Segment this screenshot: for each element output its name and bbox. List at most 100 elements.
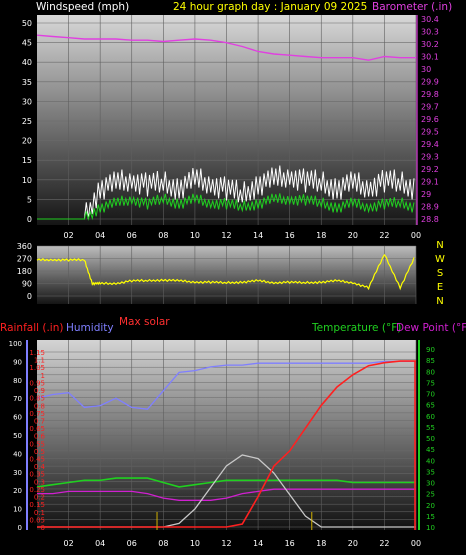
chart-title: 24 hour graph day : January 09 2025	[173, 1, 367, 13]
wind-tick-label: 5	[27, 195, 32, 204]
humidity-tick-label: 40	[13, 450, 22, 458]
humidity-tick-label: 100	[9, 340, 22, 348]
wind-x-tick-label: 02	[63, 231, 73, 240]
temp-tick-label: 60	[426, 413, 435, 421]
temp-x-tick-label: 18	[316, 539, 326, 548]
temp-x-tick-label: 02	[63, 539, 73, 548]
temp-tick-label: 75	[426, 379, 435, 387]
rain-tick-label: 0.4	[34, 463, 46, 471]
temp-x-tick-label: 06	[127, 539, 137, 548]
rain-tick-label: 0.55	[29, 440, 45, 448]
humidity-tick-label: 30	[13, 469, 22, 477]
wind-tick-label: 10	[22, 176, 32, 185]
wind-axis-title: Windspeed (mph)	[36, 1, 129, 13]
rain-tick-label: 0.85	[29, 395, 45, 403]
wind-x-tick-label: 22	[379, 231, 389, 240]
baro-tick-label: 29.2	[421, 165, 439, 174]
humidity-tick-label: 80	[13, 377, 22, 385]
baro-axis-title: Barometer (.in)	[372, 1, 452, 13]
temp-tick-label: 45	[426, 446, 435, 454]
temp-tick-label: 65	[426, 402, 435, 410]
wind-tick-label: 25	[22, 117, 32, 126]
temp-tick-label: 20	[426, 502, 435, 510]
rain-tick-label: 0.65	[29, 425, 45, 433]
baro-tick-label: 29.1	[421, 178, 439, 187]
baro-tick-label: 30.4	[421, 15, 439, 24]
wind-x-tick-label: 04	[95, 231, 105, 240]
humidity-tick-label: 10	[13, 506, 22, 514]
rain-tick-label: 0.9	[34, 387, 45, 395]
direction-tick-label: 90	[22, 280, 32, 289]
wind-tick-label: 40	[22, 58, 32, 67]
baro-tick-label: 29	[421, 190, 431, 199]
temp-x-tick-label: 08	[158, 539, 168, 548]
rain-tick-label: 1.1	[34, 357, 45, 365]
temp-x-tick-label: 04	[95, 539, 105, 548]
direction-tick-label: 0	[27, 292, 32, 301]
baro-tick-label: 30.1	[421, 53, 439, 62]
baro-tick-label: 30	[421, 65, 431, 74]
rain-tick-label: 0.35	[29, 471, 45, 479]
baro-tick-label: 30.2	[421, 40, 439, 49]
humidity-axis-title: Humidity	[66, 322, 114, 334]
wind-x-tick-label: 10	[190, 231, 200, 240]
compass-label: S	[437, 268, 443, 279]
temp-x-tick-label: 20	[348, 539, 358, 548]
temp-x-tick-label: 22	[379, 539, 389, 548]
humidity-tick-label: 0	[18, 524, 22, 532]
max-solar-label: Max solar	[119, 316, 170, 328]
baro-tick-label: 29.4	[421, 140, 439, 149]
temp-tick-label: 30	[426, 480, 435, 488]
rain-tick-label: 0.15	[29, 501, 45, 509]
rain-tick-label: 0.5	[34, 448, 45, 456]
baro-tick-label: 29.7	[421, 103, 439, 112]
weather-graph: 0 5 10 15 20 25 30 35 40 45 50 28.8 28.9 29 29.1 29.2 29…	[0, 0, 466, 555]
temp-tick-label: 25	[426, 491, 435, 499]
compass-label: N	[436, 240, 443, 251]
rain-tick-label: 0.45	[29, 456, 45, 464]
wind-x-tick-label: 06	[127, 231, 137, 240]
wind-tick-label: 45	[22, 39, 32, 48]
temp-x-tick-label: 00	[411, 539, 421, 548]
dewpoint-axis-title: Dew Point (°F)	[396, 322, 466, 334]
temp-x-tick-label: 14	[253, 539, 263, 548]
wind-x-tick-label: 00	[411, 231, 421, 240]
rain-tick-label: 1.05	[29, 364, 45, 372]
rainfall-axis-title: Rainfall (.in)	[0, 322, 63, 334]
baro-tick-label: 29.9	[421, 78, 439, 87]
direction-tick-label: 180	[17, 267, 32, 276]
temp-tick-label: 50	[426, 435, 435, 443]
compass-label: E	[437, 282, 443, 293]
temperature-axis-title: Temperature (°F)	[311, 322, 401, 334]
wind-x-tick-label: 20	[348, 231, 358, 240]
temp-tick-label: 85	[426, 357, 435, 365]
rain-tick-label: 0.75	[29, 410, 45, 418]
rain-tick-label: 1.15	[29, 349, 45, 357]
rain-tick-label: 0.7	[34, 417, 45, 425]
rain-tick-label: 0.25	[29, 486, 45, 494]
wind-x-tick-label: 14	[253, 231, 263, 240]
humidity-tick-label: 90	[13, 358, 22, 366]
wind-tick-label: 15	[22, 156, 32, 165]
wind-tick-label: 30	[22, 97, 32, 106]
wind-tick-label: 0	[27, 215, 32, 224]
temp-x-tick-label: 12	[221, 539, 231, 548]
temp-tick-label: 70	[426, 391, 435, 399]
baro-tick-label: 29.3	[421, 153, 439, 162]
wind-x-tick-label: 12	[221, 231, 231, 240]
humidity-tick-label: 70	[13, 395, 22, 403]
humidity-tick-label: 50	[13, 432, 22, 440]
temp-x-tick-label: 10	[190, 539, 200, 548]
rain-tick-label: 0.3	[34, 478, 45, 486]
temp-tick-label: 80	[426, 368, 435, 376]
temp-tick-label: 90	[426, 346, 435, 354]
rain-tick-label: 0.1	[34, 509, 45, 517]
compass-label: W	[435, 254, 445, 265]
weather-chart-svg: 0510152025303540455028.828.92929.129.229…	[0, 1, 466, 548]
wind-tick-label: 50	[22, 19, 32, 28]
humidity-tick-label: 20	[13, 487, 22, 495]
baro-tick-label: 28.8	[421, 215, 439, 224]
baro-tick-label: 28.9	[421, 203, 439, 212]
rain-tick-label: 0.8	[34, 402, 45, 410]
rain-tick-label: 0.95	[29, 379, 45, 387]
